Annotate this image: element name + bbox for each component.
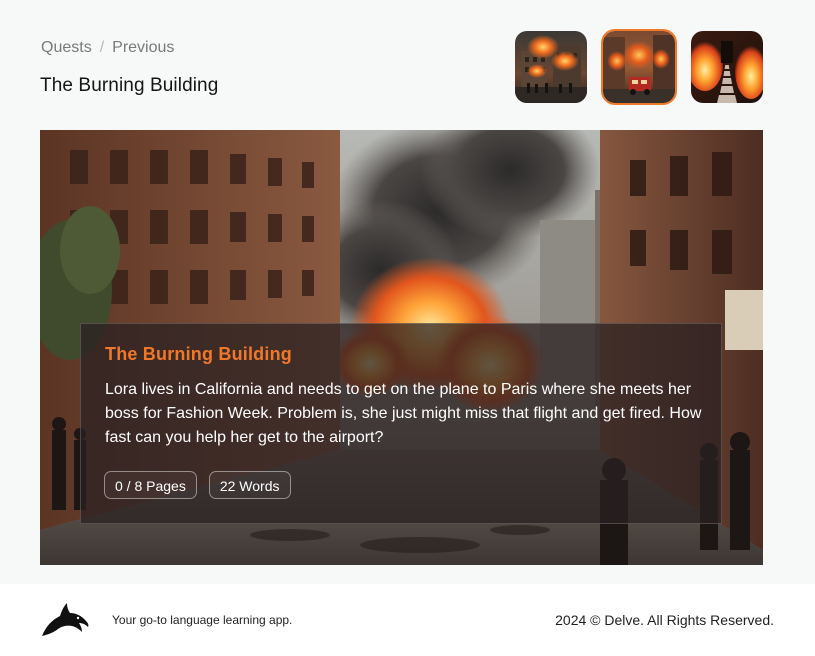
footer: Your go-to language learning app. 2024 ©… (0, 584, 815, 656)
page-title: The Burning Building (40, 75, 219, 96)
dolphin-logo-icon[interactable] (40, 602, 90, 638)
pages-progress-badge: 0 / 8 Pages (104, 471, 197, 499)
thumbnail-1[interactable] (515, 31, 587, 103)
breadcrumb-current: Previous (112, 39, 175, 56)
footer-tagline: Your go-to language learning app. (112, 613, 293, 627)
burning-street-thumbnail-icon (515, 31, 587, 103)
thumbnail-strip (515, 29, 763, 105)
quest-card-description: Lora lives in California and needs to ge… (105, 381, 702, 446)
thumbnail-2-selected[interactable] (601, 29, 677, 105)
quest-hero: The Burning Building Lora lives in Calif… (40, 130, 763, 565)
quest-card-title: The Burning Building (105, 344, 292, 364)
word-count-badge: 22 Words (208, 471, 291, 499)
breadcrumb: Quests / Previous (41, 39, 174, 57)
thumbnail-3[interactable] (691, 31, 763, 103)
quest-info-card: The Burning Building Lora lives in Calif… (80, 323, 722, 524)
fire-truck-thumbnail-icon (603, 31, 675, 103)
breadcrumb-separator: / (99, 39, 105, 56)
breadcrumb-quests-link[interactable]: Quests (41, 39, 92, 57)
footer-copyright: 2024 © Delve. All Rights Reserved. (555, 612, 774, 628)
burning-staircase-thumbnail-icon (691, 31, 763, 103)
quest-stats: 0 / 8 Pages 22 Words (104, 471, 291, 499)
